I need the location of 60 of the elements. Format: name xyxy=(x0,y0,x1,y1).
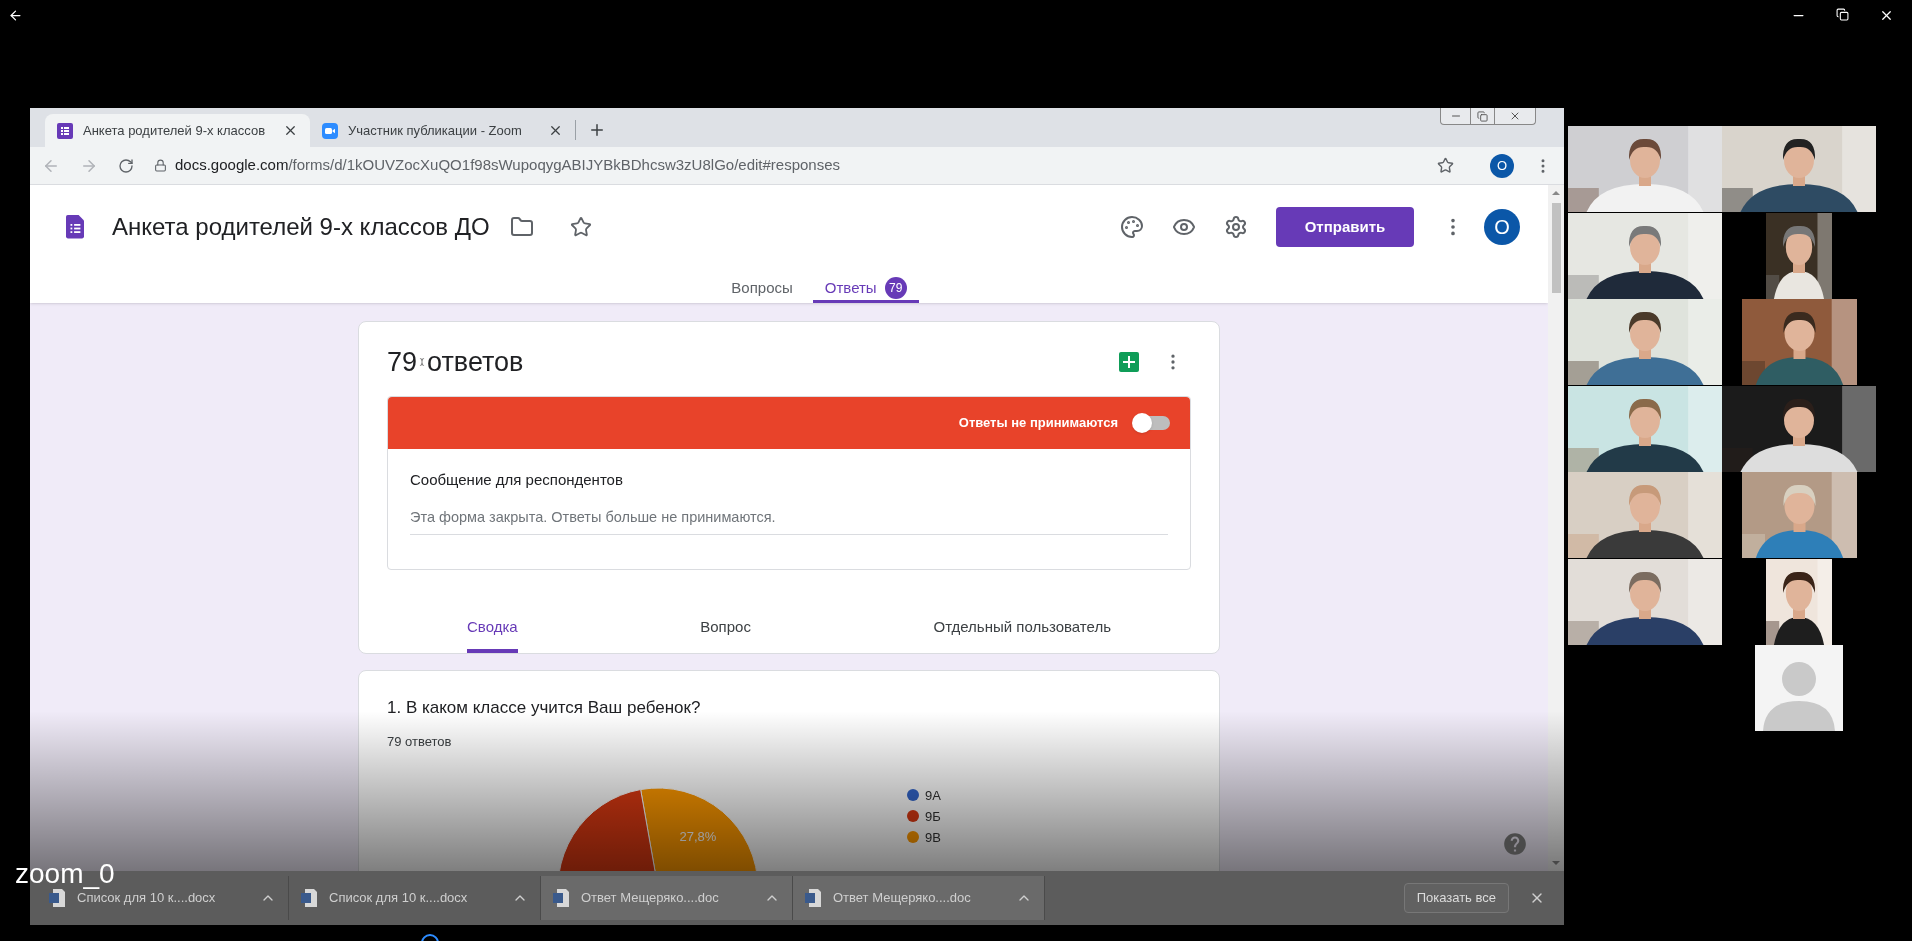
tab-title: Участник публикации - Zoom xyxy=(348,121,523,140)
document-icon xyxy=(805,889,821,907)
document-icon xyxy=(553,889,569,907)
message-field[interactable]: Эта форма закрыта. Ответы больше не принимаются. xyxy=(410,506,1168,536)
download-item[interactable]: Ответ Мещеряко....doc xyxy=(541,876,793,920)
close-icon[interactable] xyxy=(1509,110,1521,122)
account-avatar[interactable]: О xyxy=(1484,209,1520,245)
profile-avatar[interactable]: О xyxy=(1490,153,1514,178)
file-name: Список для 10 к....docx xyxy=(329,889,469,908)
close-icon[interactable] xyxy=(283,123,298,138)
show-all-button[interactable]: Показать все xyxy=(1403,883,1509,913)
ring-icon xyxy=(420,933,440,941)
reload-icon[interactable] xyxy=(118,157,134,174)
view-tab[interactable]: Сводка xyxy=(467,604,518,653)
legend-label: 9Б xyxy=(925,808,941,824)
close-icon[interactable] xyxy=(548,123,563,138)
slice-label: 27,8% xyxy=(679,828,717,844)
form-title: Анкета родителей 9-х классов ДО xyxy=(112,212,490,242)
document-icon xyxy=(49,889,65,907)
form-icon xyxy=(57,122,73,139)
message-label: Сообщение для респондентов xyxy=(410,470,624,490)
folder-icon[interactable] xyxy=(509,215,534,239)
count-badge: 79 xyxy=(884,277,907,300)
new-tab-icon[interactable] xyxy=(588,121,606,139)
responses-heading: ответов xyxy=(427,345,524,379)
view-tab[interactable]: Вопрос xyxy=(700,604,751,653)
form-tab[interactable]: Вопросы xyxy=(719,277,805,303)
lock-icon xyxy=(154,159,167,172)
file-name: Ответ Мещеряко....doc xyxy=(833,889,972,908)
file-name: Список для 10 к....docx xyxy=(77,889,217,908)
spreadsheet-icon[interactable] xyxy=(1119,351,1139,372)
form-icon xyxy=(66,215,84,239)
help-icon[interactable] xyxy=(1502,831,1528,857)
url-text: docs.google.com/forms/d/1kOUVZocXuQO1f98sWupoqygABIJYBkBDhcsw3zU8lGo/edit#responses xyxy=(175,155,841,176)
download-item[interactable]: Ответ Мещеряко....doc xyxy=(793,876,1045,920)
address-field[interactable]: docs.google.com/forms/d/1kOUVZocXuQO1f98sWupoqygABIJYBkBDhcsw3zU8lGo/edit#responses xyxy=(146,150,1470,181)
star-icon[interactable] xyxy=(569,216,592,238)
accepting-toggle[interactable] xyxy=(1134,416,1170,430)
banner-label: Ответы не принимаются xyxy=(958,414,1118,433)
browser-tab[interactable]: Анкета родителей 9-х классов xyxy=(45,114,310,147)
responses-count: 79 xyxy=(387,345,418,379)
bookmark-star-icon[interactable] xyxy=(1437,157,1454,174)
send-button[interactable]: Отправить xyxy=(1276,207,1414,247)
legend-label: 9В xyxy=(925,829,941,845)
settings-icon[interactable] xyxy=(1224,215,1248,239)
response-count: 79 ответов xyxy=(387,733,453,752)
legend-label: 9А xyxy=(925,787,941,803)
restore-icon[interactable] xyxy=(1836,8,1849,21)
browser-tab[interactable]: Участник публикации - Zoom xyxy=(310,114,575,147)
video-camera-icon xyxy=(322,122,338,139)
file-name: Ответ Мещеряко....doc xyxy=(581,889,720,908)
back-icon[interactable] xyxy=(8,8,23,23)
palette-icon[interactable] xyxy=(1120,215,1144,239)
view-tab[interactable]: Отдельный пользователь xyxy=(933,604,1111,653)
document-icon xyxy=(301,889,317,907)
close-icon[interactable] xyxy=(1879,8,1894,23)
tab-title: Анкета родителей 9-х классов xyxy=(83,121,267,140)
scrollbar[interactable] xyxy=(1548,185,1564,871)
question-title: 1. В каком классе учится Ваш ребенок? xyxy=(387,696,702,719)
form-tab[interactable]: Ответы 79 xyxy=(812,277,919,303)
